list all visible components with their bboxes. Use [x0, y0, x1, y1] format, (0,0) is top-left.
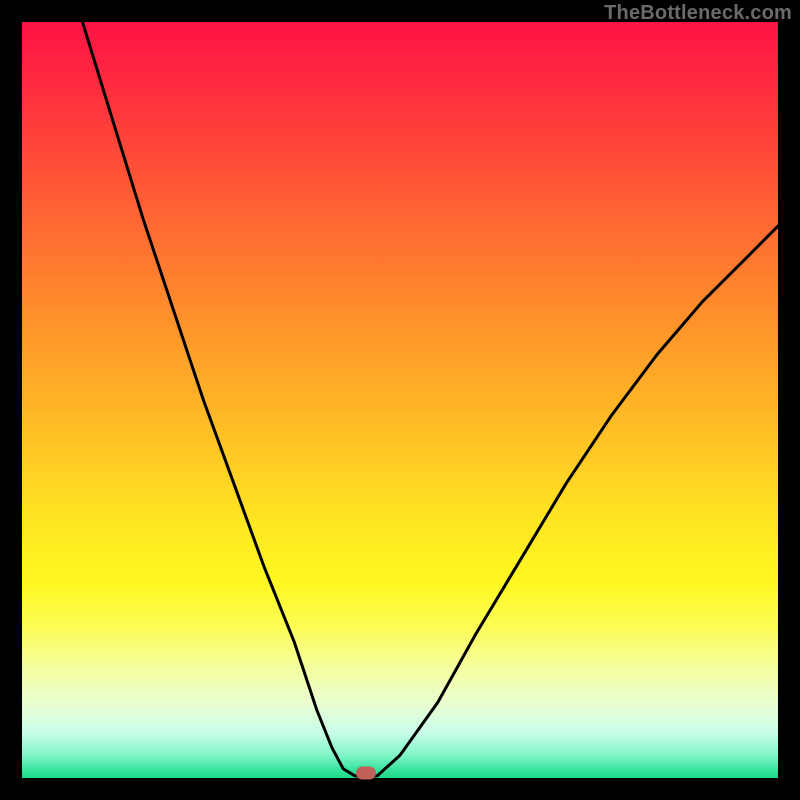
plot-area	[22, 22, 778, 778]
chart-frame: TheBottleneck.com	[0, 0, 800, 800]
bottleneck-curve	[22, 22, 778, 778]
optimum-marker-icon	[356, 767, 376, 780]
